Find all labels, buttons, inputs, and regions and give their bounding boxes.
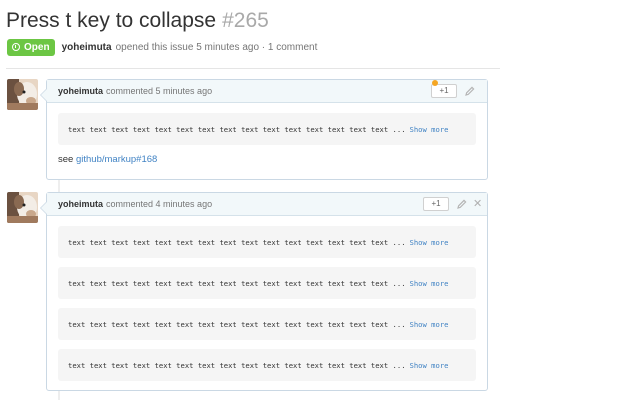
issue-reference-link[interactable]: github/markup#168	[76, 154, 157, 165]
issue-opened-text: opened this issue 5 minutes ago · 1 comm…	[115, 41, 318, 53]
header-divider	[6, 68, 500, 69]
issue-opened-icon	[12, 43, 20, 51]
comment: yoheimuta commented 5 minutes ago +1 tex…	[40, 79, 488, 180]
code-text: text text text text text text text text …	[68, 124, 406, 134]
code-block: text text text text text text text text …	[58, 267, 476, 299]
code-text: text text text text text text text text …	[68, 360, 406, 370]
reaction-label: +1	[431, 199, 441, 208]
code-block: text text text text text text text text …	[58, 113, 476, 145]
comment-text-prefix: see	[58, 154, 76, 165]
reaction-button[interactable]: +1	[431, 80, 457, 98]
issue-author-link[interactable]: yoheimuta	[62, 42, 112, 53]
avatar[interactable]	[7, 192, 38, 223]
comment-actions: +1 ✕	[423, 196, 482, 212]
issue-meta: Open yoheimuta opened this issue 5 minut…	[7, 38, 317, 56]
issue-number: #265	[222, 9, 269, 32]
code-text: text text text text text text text text …	[68, 237, 406, 247]
timeline-connector	[58, 391, 60, 400]
comment-text: see github/markup#168	[58, 154, 476, 165]
show-more-link[interactable]: Show more	[410, 361, 449, 370]
close-icon[interactable]: ✕	[473, 198, 482, 210]
avatar[interactable]	[7, 79, 38, 110]
comment: yoheimuta commented 4 minutes ago +1 ✕ t…	[40, 192, 488, 391]
code-text: text text text text text text text text …	[68, 319, 406, 329]
state-badge: Open	[7, 38, 55, 56]
notification-dot-icon	[432, 80, 438, 86]
code-text: text text text text text text text text …	[68, 278, 406, 288]
code-block: text text text text text text text text …	[58, 349, 476, 381]
show-more-link[interactable]: Show more	[410, 279, 449, 288]
timeline-connector	[58, 180, 60, 192]
comment-body: text text text text text text text text …	[47, 216, 487, 381]
comment-timestamp[interactable]: commented 4 minutes ago	[106, 199, 212, 209]
comment-author[interactable]: yoheimuta	[58, 86, 103, 96]
pencil-icon[interactable]	[465, 86, 475, 96]
issue-title: Press t key to collapse	[6, 9, 217, 32]
comment-actions: +1	[431, 80, 481, 99]
reaction-button[interactable]: +1	[423, 197, 449, 211]
code-block: text text text text text text text text …	[58, 226, 476, 258]
comment-author[interactable]: yoheimuta	[58, 199, 103, 209]
issue-title-row: Press t key to collapse #265	[6, 8, 269, 34]
show-more-link[interactable]: Show more	[410, 238, 449, 247]
comment-body: text text text text text text text text …	[47, 103, 487, 165]
show-more-link[interactable]: Show more	[410, 125, 449, 134]
comment-header: yoheimuta commented 5 minutes ago +1	[47, 80, 487, 103]
show-more-link[interactable]: Show more	[410, 320, 449, 329]
comment-timestamp[interactable]: commented 5 minutes ago	[106, 86, 212, 96]
pencil-icon[interactable]	[457, 199, 467, 209]
state-label: Open	[24, 41, 50, 53]
comment-header: yoheimuta commented 4 minutes ago +1 ✕	[47, 193, 487, 216]
issue-page: Press t key to collapse #265 Open yoheimu…	[0, 0, 640, 400]
code-block: text text text text text text text text …	[58, 308, 476, 340]
reaction-label: +1	[439, 86, 449, 95]
